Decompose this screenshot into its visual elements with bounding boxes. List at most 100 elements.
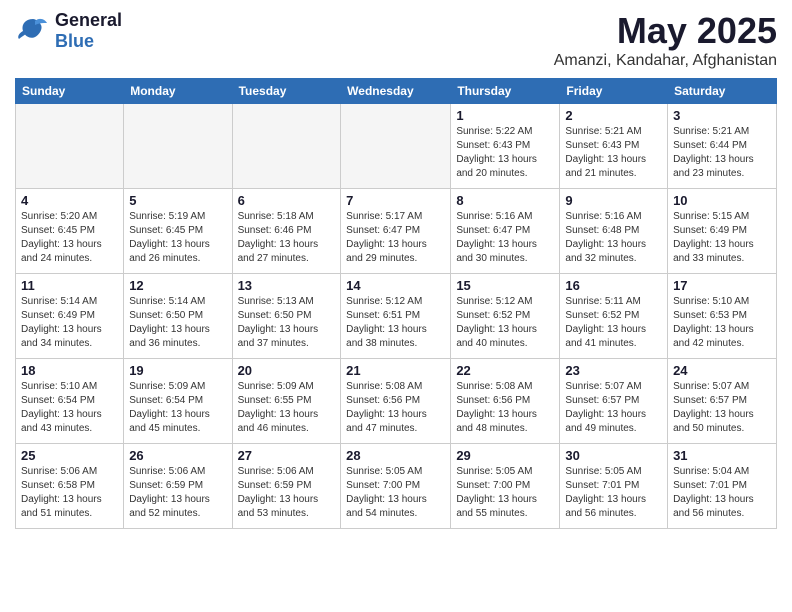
title-area: May 2025 Amanzi, Kandahar, Afghanistan — [554, 10, 777, 70]
logo-icon — [15, 11, 51, 52]
day-info: Sunrise: 5:10 AMSunset: 6:53 PMDaylight:… — [673, 295, 771, 351]
day-info: Sunrise: 5:13 AMSunset: 6:50 PMDaylight:… — [238, 295, 336, 351]
day-info: Sunrise: 5:05 AMSunset: 7:00 PMDaylight:… — [346, 465, 445, 521]
weekday-row: Sunday Monday Tuesday Wednesday Thursday… — [16, 79, 777, 104]
day-info: Sunrise: 5:10 AMSunset: 6:54 PMDaylight:… — [21, 380, 118, 436]
day-info: Sunrise: 5:18 AMSunset: 6:46 PMDaylight:… — [238, 210, 336, 266]
day-info: Sunrise: 5:08 AMSunset: 6:56 PMDaylight:… — [346, 380, 445, 436]
day-cell: 16 Sunrise: 5:11 AMSunset: 6:52 PMDayligh… — [560, 274, 668, 359]
day-number: 2 — [565, 108, 662, 123]
logo-general: General — [55, 10, 122, 31]
day-number: 30 — [565, 448, 662, 463]
day-number: 15 — [456, 278, 554, 293]
day-number: 12 — [129, 278, 226, 293]
day-number: 9 — [565, 193, 662, 208]
day-info: Sunrise: 5:07 AMSunset: 6:57 PMDaylight:… — [673, 380, 771, 436]
day-info: Sunrise: 5:16 AMSunset: 6:47 PMDaylight:… — [456, 210, 554, 266]
header: General Blue May 2025 Amanzi, Kandahar, … — [15, 10, 777, 70]
header-saturday: Saturday — [668, 79, 777, 104]
day-number: 23 — [565, 363, 662, 378]
day-info: Sunrise: 5:17 AMSunset: 6:47 PMDaylight:… — [346, 210, 445, 266]
day-info: Sunrise: 5:14 AMSunset: 6:49 PMDaylight:… — [21, 295, 118, 351]
day-info: Sunrise: 5:06 AMSunset: 6:58 PMDaylight:… — [21, 465, 118, 521]
day-number: 14 — [346, 278, 445, 293]
day-cell: 18 Sunrise: 5:10 AMSunset: 6:54 PMDayligh… — [16, 359, 124, 444]
logo-text: General Blue — [55, 10, 122, 52]
day-number: 16 — [565, 278, 662, 293]
calendar-table: Sunday Monday Tuesday Wednesday Thursday… — [15, 78, 777, 529]
month-title: May 2025 — [554, 10, 777, 52]
header-friday: Friday — [560, 79, 668, 104]
day-cell — [232, 104, 341, 189]
calendar-header: Sunday Monday Tuesday Wednesday Thursday… — [16, 79, 777, 104]
day-info: Sunrise: 5:11 AMSunset: 6:52 PMDaylight:… — [565, 295, 662, 351]
day-number: 27 — [238, 448, 336, 463]
day-cell: 20Sunrise: 5:09 AMSunset: 6:55 PMDayligh… — [232, 359, 341, 444]
day-number: 19 — [129, 363, 226, 378]
day-cell — [341, 104, 451, 189]
day-number: 4 — [21, 193, 118, 208]
day-number: 31 — [673, 448, 771, 463]
header-monday: Monday — [124, 79, 232, 104]
day-number: 21 — [346, 363, 445, 378]
day-info: Sunrise: 5:05 AMSunset: 7:01 PMDaylight:… — [565, 465, 662, 521]
calendar-body: 1Sunrise: 5:22 AMSunset: 6:43 PMDaylight… — [16, 104, 777, 529]
day-number: 20 — [238, 363, 336, 378]
header-thursday: Thursday — [451, 79, 560, 104]
day-number: 28 — [346, 448, 445, 463]
day-info: Sunrise: 5:15 AMSunset: 6:49 PMDaylight:… — [673, 210, 771, 266]
day-number: 17 — [673, 278, 771, 293]
week-row-4: 18 Sunrise: 5:10 AMSunset: 6:54 PMDayligh… — [16, 359, 777, 444]
day-info: Sunrise: 5:05 AMSunset: 7:00 PMDaylight:… — [456, 465, 554, 521]
header-tuesday: Tuesday — [232, 79, 341, 104]
day-number: 6 — [238, 193, 336, 208]
header-sunday: Sunday — [16, 79, 124, 104]
day-info: Sunrise: 5:19 AMSunset: 6:45 PMDaylight:… — [129, 210, 226, 266]
day-number: 5 — [129, 193, 226, 208]
day-number: 7 — [346, 193, 445, 208]
day-info: Sunrise: 5:20 AMSunset: 6:45 PMDaylight:… — [21, 210, 118, 266]
day-cell: 26Sunrise: 5:06 AMSunset: 6:59 PMDayligh… — [124, 444, 232, 529]
day-cell: 28 Sunrise: 5:05 AMSunset: 7:00 PMDayligh… — [341, 444, 451, 529]
day-cell: 15 Sunrise: 5:12 AMSunset: 6:52 PMDayligh… — [451, 274, 560, 359]
week-row-3: 11Sunrise: 5:14 AMSunset: 6:49 PMDayligh… — [16, 274, 777, 359]
day-number: 18 — [21, 363, 118, 378]
day-cell — [16, 104, 124, 189]
day-cell: 30 Sunrise: 5:05 AMSunset: 7:01 PMDayligh… — [560, 444, 668, 529]
day-cell: 5 Sunrise: 5:19 AMSunset: 6:45 PMDaylight… — [124, 189, 232, 274]
logo: General Blue — [15, 10, 122, 52]
logo-blue: Blue — [55, 31, 122, 52]
day-cell: 8 Sunrise: 5:16 AMSunset: 6:47 PMDaylight… — [451, 189, 560, 274]
day-info: Sunrise: 5:07 AMSunset: 6:57 PMDaylight:… — [565, 380, 662, 436]
day-cell: 22 Sunrise: 5:08 AMSunset: 6:56 PMDayligh… — [451, 359, 560, 444]
day-cell: 31Sunrise: 5:04 AMSunset: 7:01 PMDayligh… — [668, 444, 777, 529]
day-number: 3 — [673, 108, 771, 123]
week-row-5: 25 Sunrise: 5:06 AMSunset: 6:58 PMDayligh… — [16, 444, 777, 529]
day-info: Sunrise: 5:21 AMSunset: 6:44 PMDaylight:… — [673, 125, 771, 181]
day-cell: 17 Sunrise: 5:10 AMSunset: 6:53 PMDayligh… — [668, 274, 777, 359]
calendar-page: General Blue May 2025 Amanzi, Kandahar, … — [0, 0, 792, 612]
day-number: 22 — [456, 363, 554, 378]
day-cell: 4 Sunrise: 5:20 AMSunset: 6:45 PMDaylight… — [16, 189, 124, 274]
day-info: Sunrise: 5:12 AMSunset: 6:52 PMDaylight:… — [456, 295, 554, 351]
week-row-1: 1Sunrise: 5:22 AMSunset: 6:43 PMDaylight… — [16, 104, 777, 189]
header-wednesday: Wednesday — [341, 79, 451, 104]
day-cell: 24 Sunrise: 5:07 AMSunset: 6:57 PMDayligh… — [668, 359, 777, 444]
day-number: 1 — [456, 108, 554, 123]
day-number: 8 — [456, 193, 554, 208]
day-number: 24 — [673, 363, 771, 378]
day-cell: 25 Sunrise: 5:06 AMSunset: 6:58 PMDayligh… — [16, 444, 124, 529]
day-cell: 2Sunrise: 5:21 AMSunset: 6:43 PMDaylight… — [560, 104, 668, 189]
day-cell: 21 Sunrise: 5:08 AMSunset: 6:56 PMDayligh… — [341, 359, 451, 444]
day-cell: 10 Sunrise: 5:15 AMSunset: 6:49 PMDayligh… — [668, 189, 777, 274]
day-cell — [124, 104, 232, 189]
day-number: 10 — [673, 193, 771, 208]
day-number: 13 — [238, 278, 336, 293]
day-info: Sunrise: 5:08 AMSunset: 6:56 PMDaylight:… — [456, 380, 554, 436]
location: Amanzi, Kandahar, Afghanistan — [554, 52, 777, 70]
day-cell: 14Sunrise: 5:12 AMSunset: 6:51 PMDayligh… — [341, 274, 451, 359]
day-cell: 13 Sunrise: 5:13 AMSunset: 6:50 PMDayligh… — [232, 274, 341, 359]
day-cell: 7 Sunrise: 5:17 AMSunset: 6:47 PMDaylight… — [341, 189, 451, 274]
day-number: 25 — [21, 448, 118, 463]
day-cell: 29Sunrise: 5:05 AMSunset: 7:00 PMDayligh… — [451, 444, 560, 529]
